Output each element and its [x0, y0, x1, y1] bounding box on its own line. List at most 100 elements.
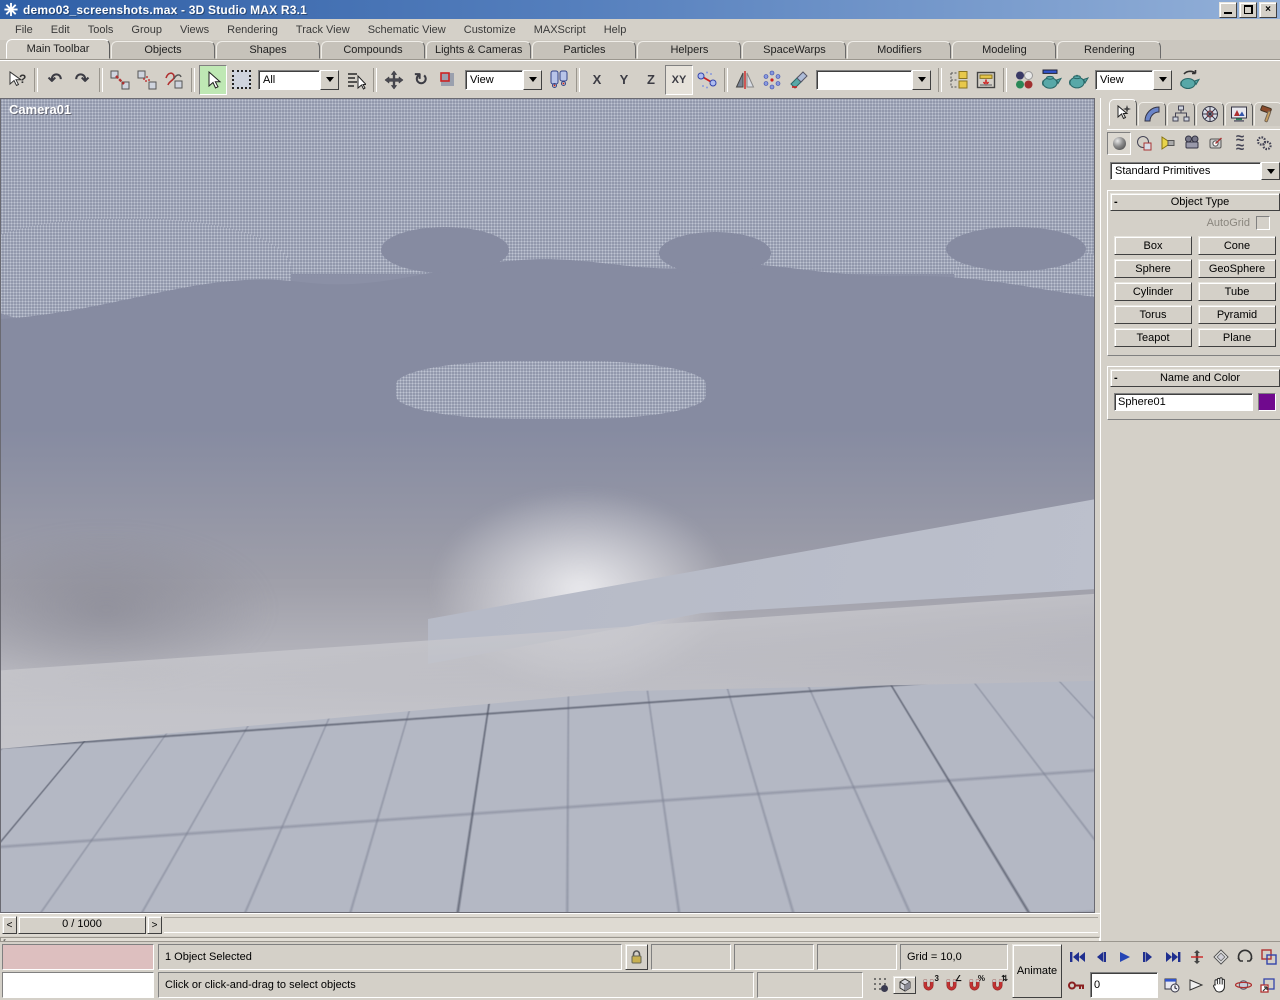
unlink-selection-button[interactable] — [134, 66, 160, 94]
zoom-tool-button[interactable] — [1186, 944, 1207, 970]
restrict-xy-plane-button[interactable]: XY — [665, 65, 693, 95]
tab-modify[interactable] — [1138, 102, 1166, 126]
previous-frame-button[interactable] — [1090, 944, 1111, 970]
dropdown-arrow-icon[interactable] — [320, 70, 339, 90]
object-type-button[interactable]: GeoSphere — [1198, 259, 1276, 278]
tab-create[interactable] — [1109, 99, 1137, 126]
menu-item[interactable]: Rendering — [218, 22, 287, 38]
menu-item[interactable]: MAXScript — [525, 22, 595, 38]
selection-lock-toggle[interactable] — [625, 944, 648, 970]
object-color-swatch[interactable] — [1258, 393, 1276, 411]
maxscript-listener-input[interactable] — [2, 972, 154, 998]
shapes-category-button[interactable] — [1133, 133, 1155, 154]
quick-render-button[interactable] — [1065, 66, 1091, 94]
bind-to-space-warp-button[interactable] — [161, 66, 187, 94]
object-type-button[interactable]: Cone — [1198, 236, 1276, 255]
object-type-button[interactable]: Plane — [1198, 328, 1276, 347]
menu-item[interactable]: File — [6, 22, 42, 38]
tab[interactable]: Main Toolbar — [6, 39, 110, 59]
restrict-y-button[interactable]: Y — [611, 66, 637, 94]
help-mode-button[interactable]: ? — [4, 66, 30, 94]
select-object-button[interactable] — [199, 65, 227, 95]
render-last-button[interactable] — [1176, 66, 1202, 94]
object-type-button[interactable]: Box — [1114, 236, 1192, 255]
object-type-button[interactable]: Cylinder — [1114, 282, 1192, 301]
menu-item[interactable]: Help — [595, 22, 636, 38]
object-type-button[interactable]: Torus — [1114, 305, 1192, 324]
dropdown-arrow-icon[interactable] — [1153, 70, 1172, 90]
tab[interactable]: Modifiers — [847, 41, 951, 59]
material-editor-button[interactable] — [1011, 66, 1037, 94]
field-of-view-button[interactable] — [1185, 972, 1206, 998]
tab[interactable]: Shapes — [216, 41, 320, 59]
time-slider-track[interactable] — [164, 917, 1098, 933]
inverse-kinematics-button[interactable] — [694, 66, 720, 94]
degradation-override-button[interactable] — [893, 976, 916, 994]
previous-frame-arrow[interactable]: < — [2, 916, 17, 934]
tab-display[interactable] — [1225, 102, 1253, 126]
menu-item[interactable]: Group — [122, 22, 171, 38]
menu-item[interactable]: Track View — [287, 22, 359, 38]
rectangular-selection-region-button[interactable] — [228, 66, 254, 94]
undo-button[interactable]: ↶ — [42, 66, 68, 94]
next-frame-button[interactable] — [1138, 944, 1159, 970]
menu-item[interactable]: Edit — [42, 22, 79, 38]
tab[interactable]: Rendering — [1057, 41, 1161, 59]
select-and-rotate-button[interactable]: ↻ — [408, 66, 434, 94]
snap-toggle-button[interactable] — [870, 977, 891, 993]
systems-category-button[interactable] — [1253, 133, 1275, 154]
select-and-scale-button[interactable] — [435, 66, 461, 94]
object-name-field[interactable]: Sphere01 — [1114, 393, 1253, 411]
render-scene-button[interactable] — [1038, 66, 1064, 94]
tab-hierarchy[interactable] — [1167, 102, 1195, 126]
category-dropdown[interactable]: Standard Primitives — [1110, 162, 1280, 180]
use-pivot-point-center-button[interactable] — [546, 66, 572, 94]
go-to-end-button[interactable] — [1162, 944, 1183, 970]
minimize-button[interactable] — [1219, 2, 1237, 18]
select-and-move-button[interactable] — [381, 66, 407, 94]
edit-named-selections-button[interactable] — [946, 66, 972, 94]
menu-item[interactable]: Customize — [455, 22, 525, 38]
geometry-category-button[interactable] — [1107, 132, 1131, 155]
time-configuration-button[interactable] — [1161, 972, 1182, 998]
play-button[interactable] — [1114, 944, 1135, 970]
tab[interactable]: Particles — [532, 41, 636, 59]
tab-motion[interactable] — [1196, 102, 1224, 126]
helpers-category-button[interactable] — [1205, 133, 1227, 154]
camera-viewport[interactable]: Camera01 — [0, 98, 1095, 913]
animate-button[interactable]: Animate — [1012, 944, 1062, 998]
percent-snap-button[interactable]: % — [964, 975, 985, 995]
set-key-button[interactable] — [1066, 972, 1087, 998]
reference-coordinate-system-dropdown[interactable]: View — [465, 70, 542, 90]
close-button[interactable]: × — [1259, 2, 1277, 18]
pan-button[interactable] — [1209, 972, 1230, 998]
select-by-name-button[interactable] — [343, 66, 369, 94]
zoom-extents-button[interactable] — [1210, 944, 1231, 970]
name-color-rollout-header[interactable]: - Name and Color — [1110, 369, 1280, 387]
time-slider-handle[interactable]: 0 / 1000 — [18, 916, 146, 934]
spinner-snap-button[interactable]: ⇅ — [987, 975, 1008, 995]
restrict-z-button[interactable]: Z — [638, 66, 664, 94]
render-type-dropdown[interactable]: View — [1095, 70, 1172, 90]
tab[interactable]: SpaceWarps — [742, 41, 846, 59]
select-and-link-button[interactable] — [107, 66, 133, 94]
tab[interactable]: Lights & Cameras — [426, 41, 531, 59]
menu-item[interactable]: Views — [171, 22, 218, 38]
min-max-toggle-button[interactable] — [1257, 972, 1278, 998]
autogrid-checkbox[interactable] — [1256, 216, 1270, 230]
tab[interactable]: Compounds — [321, 41, 425, 59]
restrict-x-button[interactable]: X — [584, 66, 610, 94]
tab[interactable]: Helpers — [637, 41, 741, 59]
arc-rotate-button[interactable] — [1234, 944, 1255, 970]
selection-filter-dropdown[interactable]: All — [258, 70, 339, 90]
dropdown-arrow-icon[interactable] — [912, 70, 931, 90]
align-button[interactable] — [786, 66, 812, 94]
cameras-category-button[interactable] — [1181, 133, 1203, 154]
arc-rotate-selected-button[interactable] — [1233, 972, 1254, 998]
current-frame-field[interactable]: 0 — [1090, 972, 1158, 998]
array-button[interactable] — [759, 66, 785, 94]
object-type-button[interactable]: Tube — [1198, 282, 1276, 301]
tab[interactable]: Objects — [111, 41, 215, 59]
tab[interactable]: Modeling — [952, 41, 1056, 59]
angle-snap-button[interactable]: ∠ — [941, 975, 962, 995]
